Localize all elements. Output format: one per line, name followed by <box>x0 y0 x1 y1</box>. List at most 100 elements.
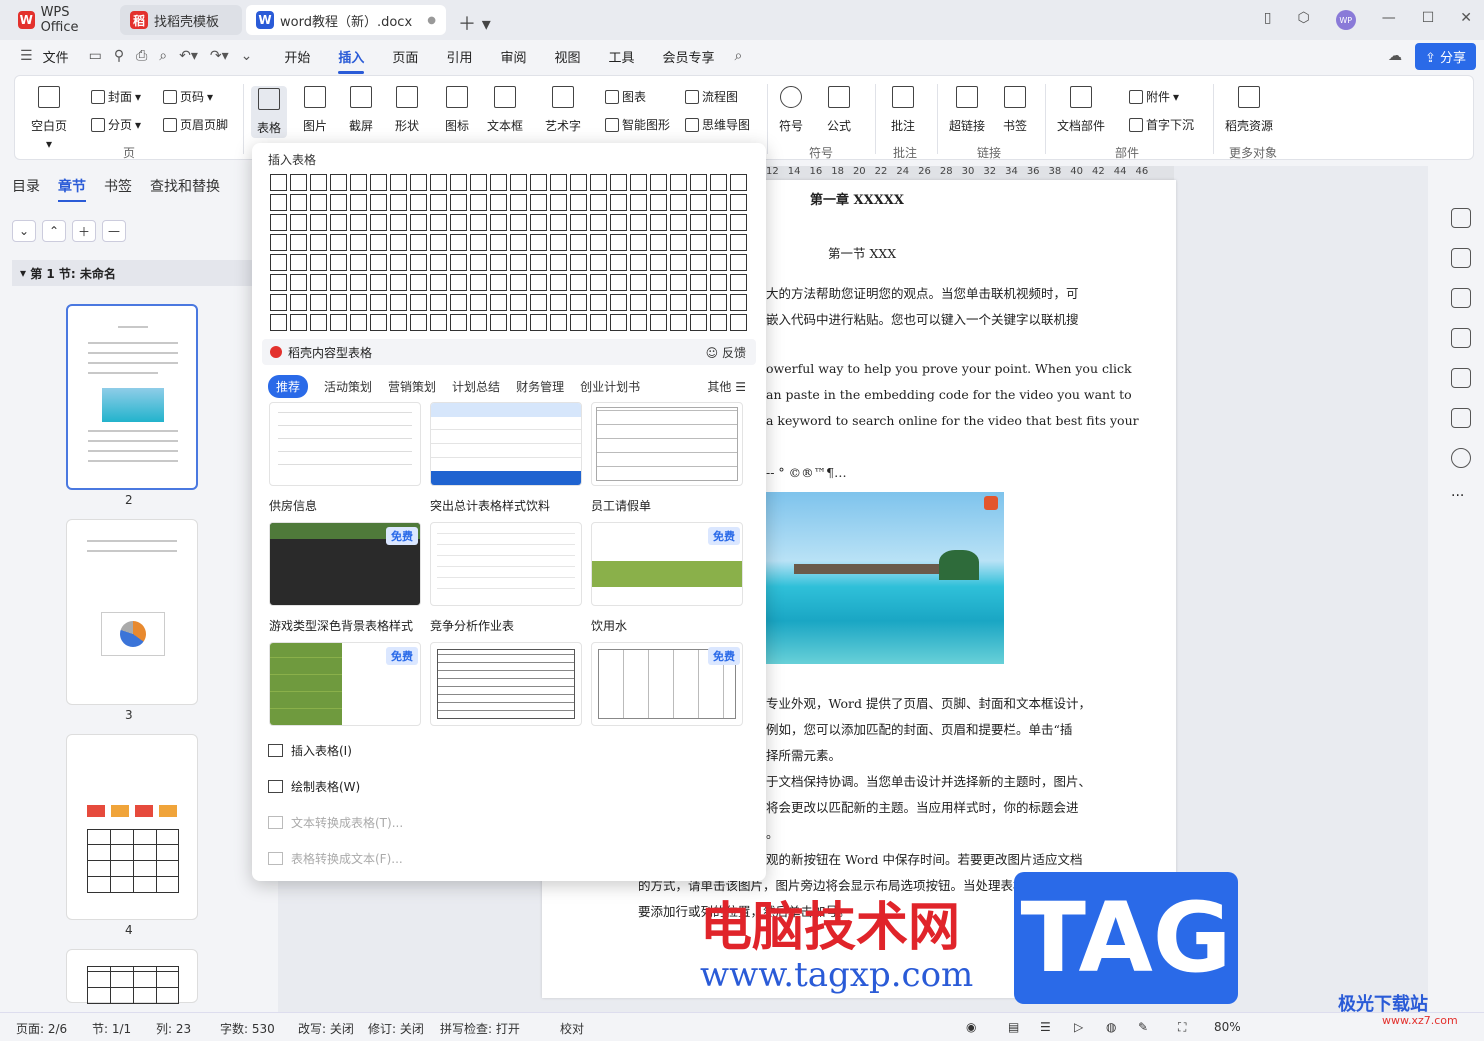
table-grid-cell[interactable] <box>650 194 667 211</box>
table-grid-cell[interactable] <box>730 254 747 271</box>
chevron-up-icon[interactable]: ⌃ <box>42 220 66 242</box>
table-grid-cell[interactable] <box>290 274 307 291</box>
table-grid-cell[interactable] <box>670 214 687 231</box>
table-grid-cell[interactable] <box>350 254 367 271</box>
table-grid-cell[interactable] <box>350 314 367 331</box>
cursor-icon[interactable] <box>1451 248 1471 268</box>
table-grid-cell[interactable] <box>450 214 467 231</box>
table-grid-cell[interactable] <box>330 194 347 211</box>
table-grid-cell[interactable] <box>730 174 747 191</box>
table-grid-cell[interactable] <box>350 274 367 291</box>
table-grid-cell[interactable] <box>630 174 647 191</box>
table-grid-cell[interactable] <box>370 174 387 191</box>
table-grid-cell[interactable] <box>390 314 407 331</box>
table-grid-cell[interactable] <box>330 314 347 331</box>
menu-page[interactable]: 页面 <box>378 47 432 66</box>
table-grid-cell[interactable] <box>550 274 567 291</box>
table-grid-cell[interactable] <box>490 274 507 291</box>
zoom-level[interactable]: 80% <box>1214 1020 1241 1034</box>
status-spell[interactable]: 拼写检查: 打开 <box>440 1020 520 1037</box>
table-grid-cell[interactable] <box>630 194 647 211</box>
table-grid-cell[interactable] <box>590 254 607 271</box>
table-grid-cell[interactable] <box>610 194 627 211</box>
table-grid-cell[interactable] <box>470 174 487 191</box>
table-grid-cell[interactable] <box>410 274 427 291</box>
table-grid-cell[interactable] <box>370 194 387 211</box>
table-grid-cell[interactable] <box>270 194 287 211</box>
table-grid-cell[interactable] <box>550 294 567 311</box>
pen-icon[interactable]: ✎ <box>1138 1020 1148 1034</box>
table-grid-cell[interactable] <box>410 314 427 331</box>
table-grid-cell[interactable] <box>710 214 727 231</box>
status-proof[interactable]: 校对 <box>560 1020 584 1037</box>
table-grid-cell[interactable] <box>310 234 327 251</box>
table-grid-cell[interactable] <box>430 194 447 211</box>
table-grid-cell[interactable] <box>670 254 687 271</box>
page-thumbnail-3[interactable] <box>66 519 198 705</box>
unsaved-dot-icon[interactable]: ● <box>427 15 436 26</box>
table-grid-cell[interactable] <box>270 174 287 191</box>
table-grid-cell[interactable] <box>290 234 307 251</box>
table-grid-cell[interactable] <box>490 174 507 191</box>
table-grid-cell[interactable] <box>390 294 407 311</box>
table-grid-cell[interactable] <box>270 234 287 251</box>
table-grid-cell[interactable] <box>490 254 507 271</box>
menu-tools[interactable]: 工具 <box>594 47 648 66</box>
table-to-text-action[interactable]: 表格转换成文本(F)... <box>268 850 403 867</box>
minus-icon[interactable]: — <box>102 220 126 242</box>
table-grid-cell[interactable] <box>410 254 427 271</box>
table-grid-cell[interactable] <box>690 234 707 251</box>
menu-file[interactable]: 文件 <box>39 47 83 66</box>
table-grid-cell[interactable] <box>330 214 347 231</box>
table-grid-cell[interactable] <box>390 214 407 231</box>
table-button[interactable]: 表格 <box>251 86 288 138</box>
table-grid-cell[interactable] <box>630 274 647 291</box>
table-grid-cell[interactable] <box>670 294 687 311</box>
tab-document[interactable]: W word教程（新）.docx ● <box>246 5 446 35</box>
template-card[interactable]: 免费 <box>269 642 421 726</box>
table-grid-cell[interactable] <box>610 234 627 251</box>
table-grid-cell[interactable] <box>550 194 567 211</box>
web-view-icon[interactable]: ◍ <box>1106 1020 1116 1034</box>
table-grid-cell[interactable] <box>330 254 347 271</box>
table-grid-cell[interactable] <box>590 234 607 251</box>
chevron-down-icon[interactable]: ⌄ <box>12 220 36 242</box>
table-grid-cell[interactable] <box>550 234 567 251</box>
table-grid-cell[interactable] <box>710 234 727 251</box>
dropcap-button[interactable]: 首字下沉 <box>1129 116 1194 133</box>
symbol-button[interactable]: 符号 <box>779 86 803 134</box>
picture-button[interactable]: 图片 <box>303 86 327 134</box>
table-grid-cell[interactable] <box>730 314 747 331</box>
category-startup[interactable]: 创业计划书 <box>580 378 640 395</box>
table-grid-cell[interactable] <box>430 174 447 191</box>
add-icon[interactable]: ＋ <box>72 220 96 242</box>
status-rewrite[interactable]: 改写: 关闭 <box>298 1020 354 1037</box>
shape-button[interactable]: 形状 <box>395 86 419 134</box>
avatar[interactable]: WP <box>1335 10 1356 30</box>
new-tab-button[interactable]: ＋ ▾ <box>458 10 491 36</box>
table-grid-cell[interactable] <box>690 314 707 331</box>
table-grid-cell[interactable] <box>390 254 407 271</box>
tab-toc[interactable]: 目录 <box>12 176 40 202</box>
tab-wps-office[interactable]: W WPS Office <box>8 5 116 35</box>
table-grid-cell[interactable] <box>710 174 727 191</box>
table-grid-cell[interactable] <box>530 234 547 251</box>
wordart-button[interactable]: 艺术字 <box>545 86 581 134</box>
table-grid-cell[interactable] <box>510 194 527 211</box>
search-icon[interactable]: ⌕ <box>729 48 749 64</box>
table-grid-cell[interactable] <box>430 314 447 331</box>
table-grid-cell[interactable] <box>650 234 667 251</box>
category-summary[interactable]: 计划总结 <box>452 378 500 395</box>
table-grid-cell[interactable] <box>530 174 547 191</box>
docpart-button[interactable]: 文档部件 <box>1057 86 1105 134</box>
table-grid-cell[interactable] <box>350 294 367 311</box>
table-grid-cell[interactable] <box>390 174 407 191</box>
table-grid-cell[interactable] <box>570 194 587 211</box>
table-grid-cell[interactable] <box>310 214 327 231</box>
category-recommended[interactable]: 推荐 <box>268 375 309 398</box>
table-grid-cell[interactable] <box>370 214 387 231</box>
table-grid-cell[interactable] <box>570 294 587 311</box>
table-grid-cell[interactable] <box>610 254 627 271</box>
table-grid-cell[interactable] <box>650 174 667 191</box>
table-grid-cell[interactable] <box>410 234 427 251</box>
